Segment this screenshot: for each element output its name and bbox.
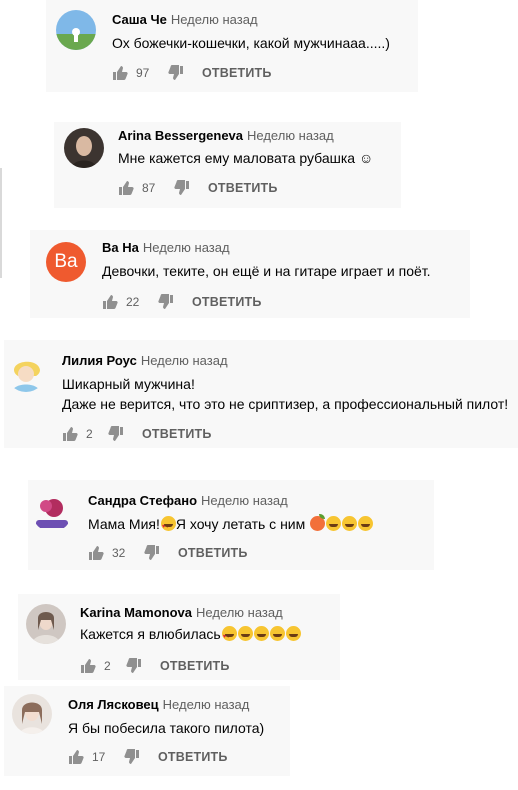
comment-card: Оля Лясковец Неделю назад Я бы побесила т…	[4, 686, 290, 776]
comment-card: Arina Bessergeneva Неделю назад Мне кажет…	[54, 122, 401, 208]
comment-text: Кажется я влюбилась	[80, 624, 301, 647]
like-count: 32	[112, 546, 126, 560]
comment-text: Мама Мия!Я хочу летать с ним	[88, 514, 374, 537]
comment-author[interactable]: Karina Mamonova	[80, 605, 192, 620]
like-count: 22	[126, 295, 140, 309]
comment-time[interactable]: Неделю назад	[163, 697, 250, 712]
comment-card: Karina Mamonova Неделю назад Кажется я вл…	[18, 594, 340, 680]
thumbs-up-icon[interactable]	[118, 180, 134, 196]
comment-text: Девочки, теките, он ещё и на гитаре игра…	[102, 263, 431, 279]
avatar[interactable]	[6, 352, 46, 392]
avatar-letter: Ва	[54, 251, 78, 272]
comment-time[interactable]: Неделю назад	[196, 605, 283, 620]
thumbs-down-icon[interactable]	[168, 65, 184, 81]
like-count: 87	[142, 181, 156, 195]
comment-card: Сандра Стефано Неделю назад Мама Мия!Я хо…	[28, 480, 434, 570]
thumbs-down-icon[interactable]	[144, 545, 160, 561]
avatar[interactable]	[64, 128, 104, 168]
comment-author[interactable]: Сандра Стефано	[88, 493, 197, 508]
rofl-emoji-icon	[358, 516, 374, 531]
comment-author[interactable]: Лилия Роус	[62, 353, 137, 368]
avatar[interactable]: Ва	[46, 242, 86, 282]
avatar[interactable]	[26, 604, 66, 644]
thumbs-up-icon[interactable]	[68, 749, 84, 765]
thumbs-down-icon[interactable]	[158, 294, 174, 310]
reply-button[interactable]: ОТВЕТИТЬ	[178, 546, 248, 560]
reply-button[interactable]: ОТВЕТИТЬ	[208, 181, 278, 195]
comment-text: Мне кажется ему маловата рубашка ☺	[118, 150, 374, 166]
comment-time[interactable]: Неделю назад	[201, 493, 288, 508]
comment-text: Шикарный мужчина! Даже не верится, что эт…	[62, 376, 509, 412]
comment-time[interactable]: Неделю назад	[171, 12, 258, 27]
comment-author[interactable]: Ва На	[102, 240, 139, 255]
grinning-emoji-icon	[253, 626, 269, 641]
comment-time[interactable]: Неделю назад	[143, 240, 230, 255]
thumbs-up-icon[interactable]	[112, 65, 128, 81]
reply-button[interactable]: ОТВЕТИТЬ	[160, 659, 230, 673]
comment-author[interactable]: Arina Bessergeneva	[118, 128, 243, 143]
thread-indent-line	[0, 168, 2, 278]
heart-eyes-emoji-icon	[221, 626, 237, 647]
heart-eyes-emoji-icon	[160, 516, 176, 537]
grinning-emoji-icon	[237, 626, 253, 641]
comment-time[interactable]: Неделю назад	[247, 128, 334, 143]
comment-author[interactable]: Оля Лясковец	[68, 697, 159, 712]
thumbs-up-icon[interactable]	[102, 294, 118, 310]
like-count: 2	[104, 659, 111, 673]
thumbs-up-icon[interactable]	[88, 545, 104, 561]
comment-text: Ох божечки-кошечки, какой мужчинааа.....…	[112, 35, 390, 51]
rofl-emoji-icon	[326, 516, 342, 531]
thumbs-down-icon[interactable]	[108, 426, 124, 442]
thumbs-down-icon[interactable]	[124, 749, 140, 765]
comment-card: Лилия Роус Неделю назад Шикарный мужчина!…	[4, 340, 518, 448]
thumbs-up-icon[interactable]	[62, 426, 78, 442]
comment-card: Саша Че Неделю назад Ох божечки-кошечки, …	[46, 0, 418, 92]
thumbs-down-icon[interactable]	[126, 658, 142, 674]
reply-button[interactable]: ОТВЕТИТЬ	[158, 750, 228, 764]
rofl-emoji-icon	[342, 516, 358, 531]
reply-button[interactable]: ОТВЕТИТЬ	[202, 66, 272, 80]
avatar[interactable]	[56, 10, 96, 50]
avatar[interactable]	[12, 694, 52, 734]
avatar[interactable]	[32, 492, 72, 532]
thumbs-down-icon[interactable]	[174, 180, 190, 196]
like-count: 2	[86, 427, 93, 441]
comment-card: Ва Ва На Неделю назад Девочки, теките, он…	[30, 230, 470, 318]
comment-text: Я бы побесила такого пилота)	[68, 720, 265, 736]
reply-button[interactable]: ОТВЕТИТЬ	[192, 295, 262, 309]
thumbs-up-icon[interactable]	[80, 658, 96, 674]
like-count: 97	[136, 66, 150, 80]
comment-time[interactable]: Неделю назад	[141, 353, 228, 368]
like-count: 17	[92, 750, 106, 764]
peach-emoji-icon	[310, 514, 326, 531]
grinning-emoji-icon	[285, 626, 301, 641]
grinning-emoji-icon	[269, 626, 285, 641]
comment-author[interactable]: Саша Че	[112, 12, 167, 27]
reply-button[interactable]: ОТВЕТИТЬ	[142, 427, 212, 441]
